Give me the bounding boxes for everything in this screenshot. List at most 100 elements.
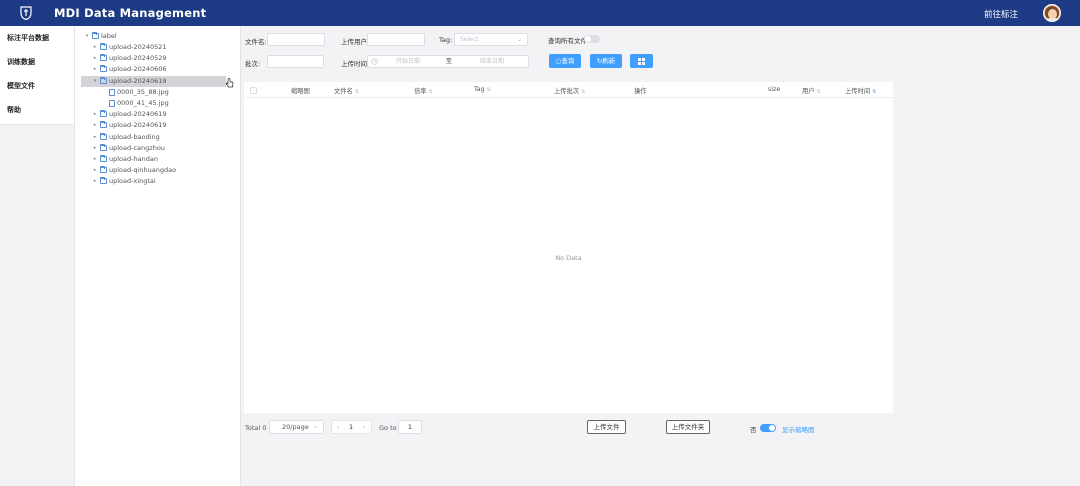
file-icon — [109, 99, 115, 107]
empty-state-text: No Data — [555, 254, 582, 262]
main-panel: 文件名: 上传用户: Tag: Select ⌄ 查询所有文件: 批次: 上传时… — [241, 26, 1080, 486]
sort-icon: ⇅ — [354, 89, 360, 95]
tree-folder-item[interactable]: ▾ label — [75, 31, 235, 42]
folder-icon — [100, 177, 107, 184]
folder-icon — [100, 110, 107, 117]
select-all-checkbox[interactable] — [250, 87, 257, 94]
caret-right-icon[interactable]: ▸ — [92, 42, 98, 53]
logo-icon — [20, 6, 32, 20]
goto-page-input[interactable]: 1 — [398, 420, 422, 434]
filename-input[interactable] — [267, 33, 325, 46]
tree-file-item[interactable]: 0000_41_45.jpg — [75, 98, 235, 109]
tree-folder-item[interactable]: ▸ upload-20240521 — [75, 42, 235, 53]
tree-file-item[interactable]: 0000_35_88.jpg — [75, 87, 235, 98]
tree-item-label: upload-xingtai — [109, 177, 156, 185]
filename-label: 文件名: — [245, 38, 267, 46]
tree-folder-item[interactable]: ▸ upload-20240619 — [75, 109, 235, 120]
uploader-label: 上传用户: — [341, 38, 370, 46]
batch-input[interactable] — [267, 55, 324, 68]
tree-item-label: upload-20240619 — [109, 77, 167, 85]
thumbnail-off-label: 否 — [750, 426, 757, 434]
upload-file-button[interactable]: 上传文件 — [587, 420, 626, 434]
folder-icon — [92, 32, 99, 39]
column-magnification[interactable]: 倍率 ⇅ — [414, 86, 433, 95]
app-title: MDI Data Management — [54, 6, 207, 20]
caret-right-icon[interactable]: ▸ — [92, 109, 98, 120]
column-filename[interactable]: 文件名 ⇅ — [334, 86, 359, 95]
page-number[interactable]: 1 — [349, 421, 353, 433]
caret-right-icon[interactable]: ▸ — [92, 120, 98, 131]
sidebar-item-model-files[interactable]: 模型文件 — [0, 74, 74, 98]
chevron-down-icon: ⌄ — [516, 36, 522, 43]
sidebar-item-annotation-data[interactable]: 标注平台数据 — [0, 26, 74, 50]
sort-icon: ⇅ — [428, 89, 433, 95]
goto-annotation-link[interactable]: 前往标注 — [984, 8, 1018, 20]
table-header: 缩略图 文件名 ⇅ 倍率 ⇅ Tag ⇅ 上传批次 ⇅ 操作 size 用户 ⇅ 上传时间… — [244, 82, 893, 98]
upload-folder-button[interactable]: 上传文件夹 — [666, 420, 710, 434]
column-tag[interactable]: Tag ⇅ — [474, 86, 491, 93]
tree-item-label: upload-20240619 — [109, 121, 167, 129]
user-avatar[interactable] — [1043, 4, 1061, 22]
all-files-toggle[interactable] — [584, 35, 600, 43]
uploader-input[interactable] — [367, 33, 425, 46]
folder-icon — [100, 155, 107, 162]
column-size: size — [768, 86, 781, 93]
file-tree: ▾ label ▸ upload-20240521 ▸ upload-20240529 ▸ u… — [75, 26, 241, 486]
upload-time-label: 上传时间: — [341, 60, 370, 68]
caret-right-icon[interactable]: ▸ — [92, 154, 98, 165]
tag-select[interactable]: Select ⌄ — [454, 33, 528, 46]
app-header: MDI Data Management 前往标注 — [0, 0, 1080, 26]
tree-item-label: upload-handan — [109, 155, 158, 163]
sidebar-item-training-data[interactable]: 训练数据 — [0, 50, 74, 74]
folder-icon — [100, 77, 107, 84]
refresh-button[interactable]: ↻刷新 — [590, 54, 622, 68]
folder-icon — [100, 166, 107, 173]
tree-item-label: upload-20240619 — [109, 110, 167, 118]
tree-item-label: upload-20240521 — [109, 43, 167, 51]
column-actions: 操作 — [634, 88, 647, 95]
tree-folder-item[interactable]: ▸ upload-baoding — [75, 132, 235, 143]
caret-right-icon[interactable]: ▸ — [92, 53, 98, 64]
clock-icon — [371, 58, 378, 65]
tree-folder-item[interactable]: ▸ upload-20240606 — [75, 64, 235, 75]
pagination-pager: ‹ 1 › — [331, 420, 372, 434]
column-upload-time[interactable]: 上传时间 ⇅ — [845, 86, 876, 95]
tree-folder-item[interactable]: ▸ upload-cangzhou — [75, 143, 235, 154]
query-button[interactable]: ○查询 — [549, 54, 581, 68]
caret-right-icon[interactable]: ▸ — [92, 176, 98, 187]
tree-folder-item[interactable]: ▾ upload-20240619 — [81, 76, 226, 87]
pagination-total: Total 0 — [245, 424, 267, 432]
folder-icon — [100, 133, 107, 140]
caret-down-icon[interactable]: ▾ — [92, 76, 98, 87]
caret-down-icon[interactable]: ▾ — [84, 31, 90, 42]
column-upload-batch[interactable]: 上传批次 ⇅ — [554, 86, 585, 95]
grid-view-button[interactable] — [630, 54, 653, 68]
sidebar: 标注平台数据 训练数据 模型文件 帮助 — [0, 26, 75, 486]
tree-folder-item[interactable]: ▸ upload-qinhuangdao — [75, 165, 235, 176]
sort-icon: ⇅ — [581, 89, 586, 95]
caret-right-icon[interactable]: ▸ — [92, 165, 98, 176]
all-files-label: 查询所有文件: — [548, 37, 590, 45]
sort-active-icon: ⇅ — [872, 89, 877, 95]
tree-item-label: upload-baoding — [109, 133, 160, 141]
end-date-placeholder: 结束日期 — [480, 58, 505, 65]
next-page-icon[interactable]: › — [363, 421, 366, 433]
prev-page-icon[interactable]: ‹ — [337, 421, 340, 433]
sidebar-item-help[interactable]: 帮助 — [0, 98, 74, 122]
tree-folder-item[interactable]: ▸ upload-xingtai — [75, 176, 235, 187]
tree-item-label: upload-qinhuangdao — [109, 166, 177, 174]
date-range-picker[interactable]: 开始日期 至 结束日期 — [367, 55, 529, 68]
tree-folder-item[interactable]: ▸ upload-handan — [75, 154, 235, 165]
data-table: 缩略图 文件名 ⇅ 倍率 ⇅ Tag ⇅ 上传批次 ⇅ 操作 size 用户 ⇅ 上传时间… — [244, 82, 893, 413]
tree-folder-item[interactable]: ▸ upload-20240529 — [75, 53, 235, 64]
caret-right-icon[interactable]: ▸ — [92, 64, 98, 75]
thumbnail-toggle[interactable] — [760, 424, 776, 432]
tree-item-label: upload-20240606 — [109, 65, 167, 73]
caret-right-icon[interactable]: ▸ — [92, 132, 98, 143]
page-size-select[interactable]: 20/page ⌄ — [269, 420, 324, 434]
folder-icon — [100, 65, 107, 72]
column-user[interactable]: 用户 ⇅ — [802, 86, 821, 95]
caret-right-icon[interactable]: ▸ — [92, 143, 98, 154]
tag-label: Tag: — [439, 36, 453, 44]
tree-folder-item[interactable]: ▸ upload-20240619 — [75, 120, 235, 131]
